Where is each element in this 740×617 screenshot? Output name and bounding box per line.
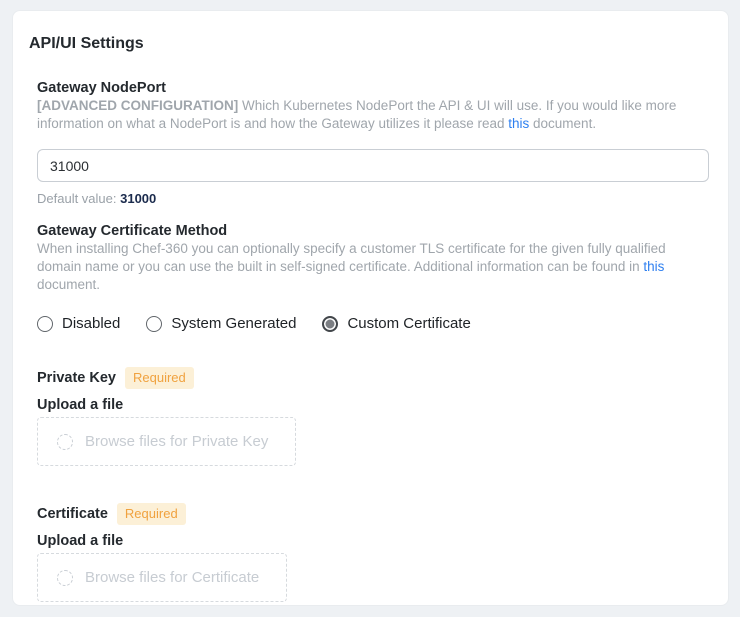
radio-option-custom-certificate[interactable]: Custom Certificate bbox=[322, 316, 470, 332]
radio-unselected-icon[interactable] bbox=[146, 316, 162, 332]
radio-option-system-generated[interactable]: System Generated bbox=[146, 316, 296, 332]
description-text-after: document. bbox=[37, 277, 100, 292]
private-key-label-row: Private Key Required bbox=[37, 367, 707, 389]
radio-option-disabled[interactable]: Disabled bbox=[37, 316, 120, 332]
default-value-label: Default value: bbox=[37, 191, 120, 206]
browse-private-key-button[interactable]: Browse files for Private Key bbox=[37, 417, 296, 466]
upload-a-file-label: Upload a file bbox=[37, 398, 707, 413]
radio-unselected-icon[interactable] bbox=[37, 316, 53, 332]
settings-content: Gateway NodePort [ADVANCED CONFIGURATION… bbox=[37, 79, 707, 602]
private-key-label: Private Key bbox=[37, 370, 116, 386]
browse-button-label: Browse files for Certificate bbox=[85, 569, 259, 586]
certificate-label: Certificate bbox=[37, 506, 108, 522]
dashed-circle-icon bbox=[57, 570, 73, 586]
advanced-configuration-prefix: [ADVANCED CONFIGURATION] bbox=[37, 98, 238, 113]
radio-option-label: Disabled bbox=[62, 316, 120, 332]
api-ui-settings-card: API/UI Settings Gateway NodePort [ADVANC… bbox=[12, 10, 729, 606]
browse-certificate-button[interactable]: Browse files for Certificate bbox=[37, 553, 287, 602]
page-title: API/UI Settings bbox=[29, 34, 707, 53]
upload-a-file-label: Upload a file bbox=[37, 534, 707, 549]
required-badge: Required bbox=[125, 367, 194, 389]
radio-option-label: System Generated bbox=[171, 316, 296, 332]
radio-option-label: Custom Certificate bbox=[347, 316, 470, 332]
gateway-nodeport-input[interactable] bbox=[37, 149, 709, 182]
certificate-method-description: When installing Chef-360 you can optiona… bbox=[37, 240, 707, 294]
private-key-section: Private Key Required Upload a file Brows… bbox=[37, 367, 707, 466]
radio-selected-icon[interactable] bbox=[322, 316, 338, 332]
nodeport-doc-link[interactable]: this bbox=[508, 116, 529, 131]
browse-button-label: Browse files for Private Key bbox=[85, 433, 268, 450]
certificate-label-row: Certificate Required bbox=[37, 503, 707, 525]
gateway-nodeport-description: [ADVANCED CONFIGURATION] Which Kubernete… bbox=[37, 97, 707, 133]
default-value-number: 31000 bbox=[120, 191, 156, 206]
certificate-method-radio-group: Disabled System Generated Custom Certifi… bbox=[37, 316, 707, 332]
description-text-after: document. bbox=[529, 116, 596, 131]
certificate-doc-link[interactable]: this bbox=[643, 259, 664, 274]
description-text: When installing Chef-360 you can optiona… bbox=[37, 241, 666, 274]
default-value-note: Default value: 31000 bbox=[37, 191, 707, 206]
dashed-circle-icon bbox=[57, 434, 73, 450]
gateway-nodeport-label: Gateway NodePort bbox=[37, 79, 707, 97]
certificate-method-label: Gateway Certificate Method bbox=[37, 222, 707, 240]
certificate-section: Certificate Required Upload a file Brows… bbox=[37, 503, 707, 602]
required-badge: Required bbox=[117, 503, 186, 525]
